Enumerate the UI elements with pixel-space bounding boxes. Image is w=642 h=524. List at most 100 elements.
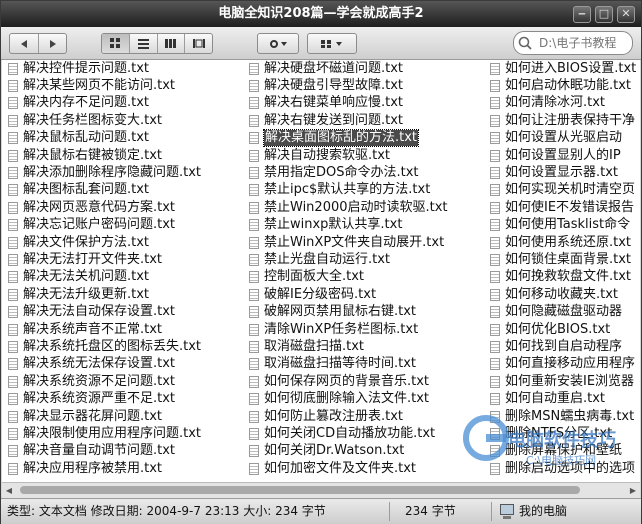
file-item[interactable]: 禁用指定DOS命令办法.txt <box>249 164 489 181</box>
file-item[interactable]: 如何重新安装IE浏览器 <box>490 373 640 390</box>
file-item[interactable]: 如何设置显示器.txt <box>490 164 640 181</box>
file-name: 如何加密文件及文件夹.txt <box>264 460 417 476</box>
file-item[interactable]: 删除MSN蠕虫病毒.txt <box>490 408 640 425</box>
action-menu <box>257 33 299 54</box>
file-item[interactable]: 解决显示器花屏问题.txt <box>8 408 248 425</box>
scroll-right-arrow-icon[interactable]: ▶ <box>626 483 640 498</box>
text-file-icon <box>249 358 259 371</box>
forward-button[interactable] <box>39 34 66 53</box>
title-bar[interactable]: 电脑全知识208篇—学会就成高手2 ‒ □ ✕ <box>1 1 641 27</box>
text-file-icon <box>249 184 259 197</box>
back-button[interactable] <box>10 34 39 53</box>
file-item[interactable]: 解决无法打开文件夹.txt <box>8 251 248 268</box>
text-file-icon <box>8 445 18 458</box>
file-item[interactable]: 解决控件提示问题.txt <box>8 60 248 77</box>
file-item[interactable]: 解决图标乱套问题.txt <box>8 182 248 199</box>
file-column-3: 如何进入BIOS设置.txt 如何启动休眠功能.txt 如何清除冰河.txt 如何让注… <box>490 60 640 477</box>
file-item[interactable]: 删除启动选项中的选项 <box>490 460 640 477</box>
icon-view-button[interactable] <box>102 34 130 53</box>
icon-view-icon <box>109 38 120 48</box>
horizontal-scrollbar[interactable]: ◀ ▶ <box>2 482 640 498</box>
file-item[interactable]: 解决系统托盘区的图标丢失.txt <box>8 338 248 355</box>
file-item[interactable]: 解决无法关机问题.txt <box>8 269 248 286</box>
file-item[interactable]: 如何加密文件及文件夹.txt <box>249 460 489 477</box>
file-item[interactable]: 解决系统声音不正常.txt <box>8 321 248 338</box>
file-item[interactable]: 解决音量自动调节问题.txt <box>8 443 248 460</box>
file-item[interactable]: 如何保存网页的背景音乐.txt <box>249 373 489 390</box>
file-item[interactable]: 解决桌面图标乱的方法.txt <box>249 129 489 148</box>
file-item[interactable]: 如何防止篡改注册表.txt <box>249 408 489 425</box>
file-item[interactable]: 解决无法自动保存设置.txt <box>8 303 248 320</box>
file-item[interactable]: 取消磁盘扫描.txt <box>249 338 489 355</box>
file-item[interactable]: 如何关闭CD自动播放功能.txt <box>249 425 489 442</box>
file-item[interactable]: 破解IE分级密码.txt <box>249 286 489 303</box>
text-file-icon <box>8 271 18 284</box>
file-item[interactable]: 解决自动搜索软驱.txt <box>249 147 489 164</box>
file-item[interactable]: 如何启动休眠功能.txt <box>490 77 640 94</box>
file-item[interactable]: 解决硬盘引导型故障.txt <box>249 77 489 94</box>
maximize-button[interactable]: □ <box>595 6 613 23</box>
file-item[interactable]: 解决系统资源严重不足.txt <box>8 390 248 407</box>
file-item[interactable]: 解决内存不足问题.txt <box>8 95 248 112</box>
file-item[interactable]: 删除NTFS分区.txt <box>490 425 640 442</box>
file-item[interactable]: 如何设置显别人的IP <box>490 147 640 164</box>
file-item[interactable]: 解决鼠标右键被锁定.txt <box>8 147 248 164</box>
file-item[interactable]: 如何彻底删除输入法文件.txt <box>249 390 489 407</box>
file-item[interactable]: 破解网页禁用鼠标右键.txt <box>249 303 489 320</box>
details-view-button[interactable] <box>158 34 186 53</box>
file-name: 解决添加删除程序隐藏问题.txt <box>23 165 202 181</box>
file-item[interactable]: 解决系统资源不足问题.txt <box>8 373 248 390</box>
file-item[interactable]: 如何隐藏磁盘驱动器 <box>490 303 640 320</box>
file-item[interactable]: 控制面板大全.txt <box>249 269 489 286</box>
file-item[interactable]: 解决硬盘坏磁道问题.txt <box>249 60 489 77</box>
close-button[interactable]: ✕ <box>617 6 635 23</box>
file-item[interactable]: 禁止光盘自动运行.txt <box>249 251 489 268</box>
file-item[interactable]: 解决系统无法保存设置.txt <box>8 356 248 373</box>
action-button[interactable] <box>258 34 298 53</box>
file-item[interactable]: 如何使用Tasklist命令 <box>490 217 640 234</box>
file-item[interactable]: 解决任务栏图标变大.txt <box>8 112 248 129</box>
arrange-button[interactable] <box>308 34 356 53</box>
file-item[interactable]: 禁止WinXP文件夹自动展开.txt <box>249 234 489 251</box>
columns-view-button[interactable] <box>185 34 212 53</box>
file-item[interactable]: 如何自动重启.txt <box>490 390 640 407</box>
file-item[interactable]: 解决文件保护方法.txt <box>8 234 248 251</box>
file-item[interactable]: 解决右键发送到问题.txt <box>249 112 489 129</box>
file-item[interactable]: 如何进入BIOS设置.txt <box>490 60 640 77</box>
file-item[interactable]: 删除屏幕保护和壁纸 <box>490 443 640 460</box>
file-item[interactable]: 解决限制使用应用程序问题.txt <box>8 425 248 442</box>
file-item[interactable]: 如何清除冰河.txt <box>490 95 640 112</box>
file-item[interactable]: 如何使用系统还原.txt <box>490 234 640 251</box>
file-item[interactable]: 如何使IE不发错误报告 <box>490 199 640 216</box>
file-item[interactable]: 解决应用程序被禁用.txt <box>8 460 248 477</box>
file-item[interactable]: 解决某些网页不能访问.txt <box>8 77 248 94</box>
file-item[interactable]: 如何直接移动应用程序 <box>490 356 640 373</box>
search-input[interactable] <box>539 36 629 50</box>
file-item[interactable]: 解决鼠标乱动问题.txt <box>8 130 248 147</box>
file-item[interactable]: 如何移动收藏夹.txt <box>490 286 640 303</box>
file-item[interactable]: 取消磁盘扫描等待时间.txt <box>249 356 489 373</box>
file-item[interactable]: 如何找到自启动程序 <box>490 338 640 355</box>
list-view-button[interactable] <box>130 34 158 53</box>
scroll-left-arrow-icon[interactable]: ◀ <box>2 483 16 498</box>
file-item[interactable]: 禁止Win2000启动时读软驱.txt <box>249 199 489 216</box>
file-item[interactable]: 解决忘记账户密码问题.txt <box>8 217 248 234</box>
file-item[interactable]: 如何关闭Dr.Watson.txt <box>249 443 489 460</box>
minimize-button[interactable]: ‒ <box>573 6 591 23</box>
file-item[interactable]: 解决网页恶意代码方案.txt <box>8 199 248 216</box>
file-column-1: 解决控件提示问题.txt 解决某些网页不能访问.txt 解决内存不足问题.txt 解决… <box>8 60 248 477</box>
file-item[interactable]: 如何实现关机时清空页 <box>490 182 640 199</box>
file-item[interactable]: 禁止ipc$默认共享的方法.txt <box>249 182 489 199</box>
file-item[interactable]: 如何优化BIOS.txt <box>490 321 640 338</box>
file-item[interactable]: 如何锁住桌面背景.txt <box>490 251 640 268</box>
file-item[interactable]: 解决无法升级更新.txt <box>8 286 248 303</box>
scroll-thumb[interactable] <box>20 486 580 494</box>
file-item[interactable]: 禁止winxp默认共享.txt <box>249 217 489 234</box>
file-item[interactable]: 清除WinXP任务栏图标.txt <box>249 321 489 338</box>
file-item[interactable]: 如何让注册表保持干净 <box>490 112 640 129</box>
file-item[interactable]: 解决添加删除程序隐藏问题.txt <box>8 164 248 181</box>
file-item[interactable]: 如何设置从光驱启动 <box>490 130 640 147</box>
file-name: 解决系统资源不足问题.txt <box>23 373 176 389</box>
file-item[interactable]: 解决右键菜单响应慢.txt <box>249 95 489 112</box>
file-item[interactable]: 如何挽救软盘文件.txt <box>490 269 640 286</box>
